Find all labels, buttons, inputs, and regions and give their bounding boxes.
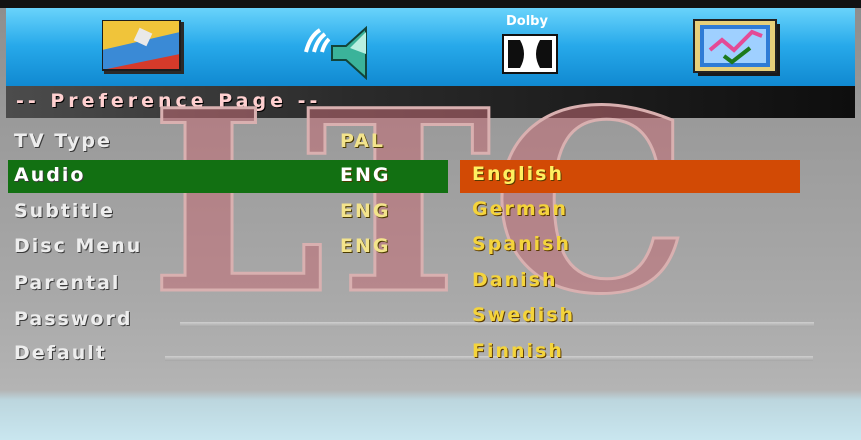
menu-item-password[interactable]: Password [8,304,448,336]
audio-setup-icon[interactable] [296,24,386,81]
language-option-danish[interactable]: Danish [472,269,557,299]
language-option-swedish[interactable]: Swedish [472,304,575,334]
dolby-setup-icon[interactable]: Dolby [498,14,564,82]
setup-icon-bar: Dolby [6,8,855,92]
menu-item-disc-menu[interactable]: Disc Menu ENG [8,231,448,263]
menu-item-label: TV Type [14,130,112,152]
dvd-setup-screen: Dolby -- Preference Page -- LTC TV Type … [0,0,861,440]
menu-item-tv-type[interactable]: TV Type PAL [8,126,448,158]
menu-item-value: ENG [340,235,391,257]
language-option-finnish[interactable]: Finnish [472,340,564,370]
menu-item-value: ENG [340,164,391,186]
menu-item-label: Parental [14,272,121,294]
menu-item-parental[interactable]: Parental [8,268,448,300]
menu-item-label: Disc Menu [14,235,143,257]
menu-item-value: PAL [340,130,385,152]
menu-item-value: ENG [340,200,391,222]
page-title: -- Preference Page -- [16,90,322,112]
dolby-label: Dolby [506,14,548,29]
page-title-bar: -- Preference Page -- [6,86,855,118]
menu-item-label: Audio [14,164,86,186]
menu-item-default[interactable]: Default [8,338,448,370]
menu-item-label: Subtitle [14,200,115,222]
menu-item-subtitle[interactable]: Subtitle ENG [8,196,448,228]
preference-setup-icon[interactable] [692,18,784,80]
menu-item-label: Password [14,308,133,330]
language-option-english[interactable]: English [472,163,564,193]
menu-item-audio[interactable]: Audio ENG [8,160,448,192]
language-option-german[interactable]: German [472,198,568,228]
general-setup-icon[interactable] [101,19,188,78]
menu-item-label: Default [14,342,107,364]
language-option-spanish[interactable]: Spanish [472,233,571,263]
